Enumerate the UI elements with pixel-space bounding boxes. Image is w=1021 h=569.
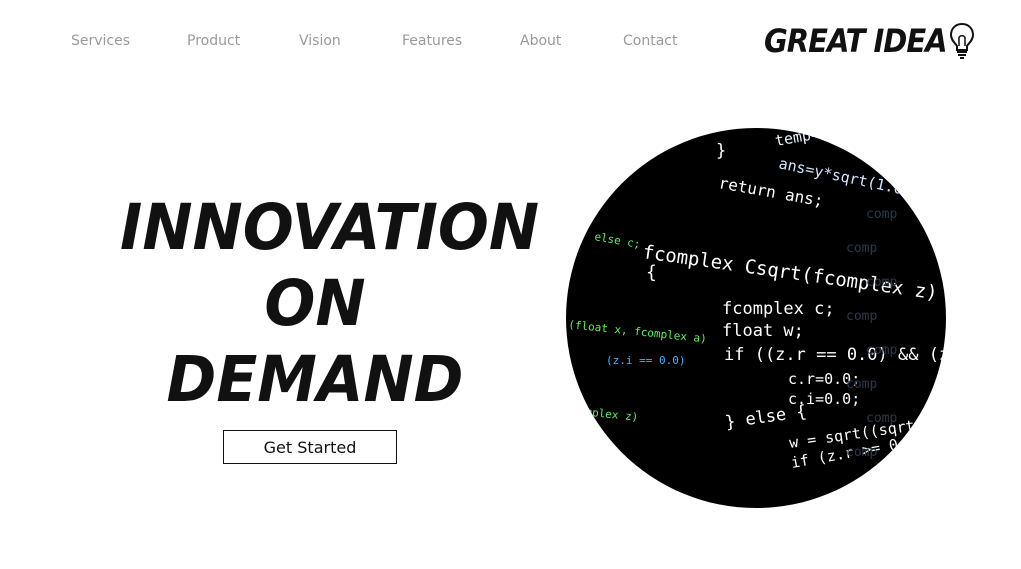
code-texture: comp	[846, 445, 877, 460]
code-line: temp=x/y;	[774, 128, 857, 150]
nav-vision-link[interactable]: Vision	[299, 33, 341, 49]
hero-title-line-2: ON	[264, 267, 366, 341]
code-line: {	[646, 262, 657, 283]
logo-text: GREAT IDEA	[764, 22, 948, 60]
code-image: temp=x/y;} ans=y*sqrt(1.0+temp*temp) retur…	[566, 128, 946, 508]
nav-services-link[interactable]: Services	[71, 33, 130, 49]
code-texture: comp	[866, 343, 897, 358]
hero-title: INNOVATION ON DEMAND	[120, 190, 540, 418]
code-texture: comp	[846, 309, 877, 324]
code-texture: comp	[846, 377, 877, 392]
nav-contact-link[interactable]: Contact	[623, 33, 677, 49]
code-line: }	[716, 141, 726, 161]
top-navigation: Services Product Vision Features About C…	[0, 0, 1021, 84]
code-line: else c;	[593, 230, 641, 251]
get-started-button[interactable]: Get Started	[223, 430, 397, 464]
hero-title-line-3: DEMAND	[166, 343, 464, 417]
code-texture: comp	[866, 275, 897, 290]
code-line: (float x, fcomplex a)	[568, 318, 708, 345]
code-line: float w;	[722, 321, 804, 341]
code-screenshot: temp=x/y;} ans=y*sqrt(1.0+temp*temp)retur…	[568, 128, 946, 472]
nav-product-link[interactable]: Product	[187, 33, 240, 49]
site-logo[interactable]: GREAT IDEA	[764, 21, 975, 61]
code-line: fcomplex Csqrt(fcomplex z)	[641, 241, 939, 304]
hero-title-line-1: INNOVATION	[120, 191, 540, 265]
code-texture: comp	[846, 241, 877, 256]
lightbulb-icon	[949, 22, 974, 59]
code-line: } else {	[724, 402, 808, 433]
code-line: (z.i == 0.0)	[606, 354, 685, 367]
code-line: ans=y*sqrt(1.0+temp*temp)	[777, 154, 946, 219]
code-line: fcomplex c;	[722, 299, 835, 319]
code-line: complex z)	[572, 404, 639, 424]
code-line: return ans;	[717, 173, 825, 210]
nav-about-link[interactable]: About	[520, 33, 561, 49]
code-texture: comp	[866, 207, 897, 222]
nav-features-link[interactable]: Features	[402, 33, 462, 49]
code-texture: comp	[866, 411, 897, 426]
code-line: if ((z.r == 0.0) && (z.i == 0.0))	[724, 345, 946, 365]
